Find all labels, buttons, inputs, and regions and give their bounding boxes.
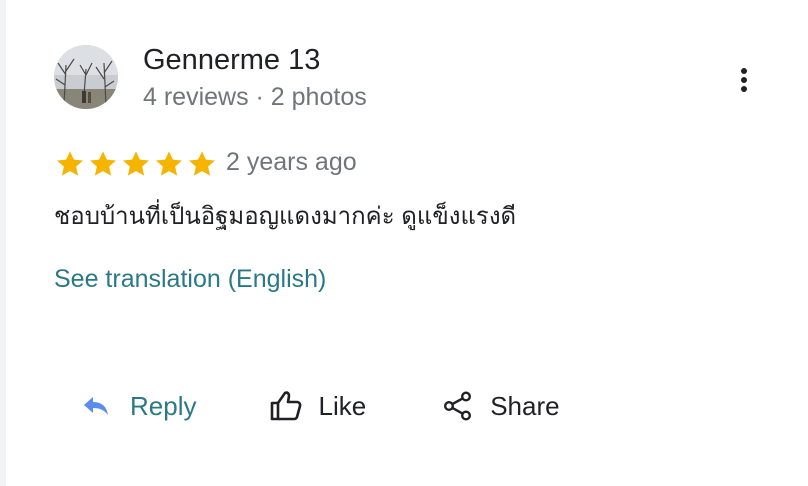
reply-button[interactable]: Reply [78, 391, 196, 422]
star-icon [57, 151, 83, 176]
reply-arrow-icon [78, 395, 114, 417]
review-time: 2 years ago [226, 148, 357, 176]
star-icon [90, 151, 116, 176]
share-button[interactable]: Share [440, 390, 560, 422]
reviewer-meta: 4 reviews · 2 photos [143, 83, 367, 111]
see-translation-link[interactable]: See translation (English) [54, 265, 326, 294]
avatar[interactable] [54, 45, 118, 109]
more-vert-icon [740, 67, 748, 98]
review-actions: Reply Like Share [78, 384, 560, 428]
star-icon [156, 151, 182, 176]
review-card: Gennerme 13 4 reviews · 2 photos 2 years… [6, 0, 808, 486]
like-button[interactable]: Like [268, 390, 366, 422]
reply-label: Reply [130, 390, 197, 421]
more-options-button[interactable] [726, 62, 762, 102]
share-label: Share [490, 390, 560, 421]
reviewer-name[interactable]: Gennerme 13 [143, 44, 320, 77]
like-label: Like [318, 390, 367, 421]
review-text: ชอบบ้านที่เป็นอิฐมอญแดงมากค่ะ ดูแข็งแรงด… [54, 203, 517, 230]
star-icon [123, 151, 149, 176]
share-icon [440, 391, 476, 421]
star-icon [189, 151, 215, 176]
star-rating [54, 148, 218, 180]
thumb-up-icon [268, 390, 304, 422]
